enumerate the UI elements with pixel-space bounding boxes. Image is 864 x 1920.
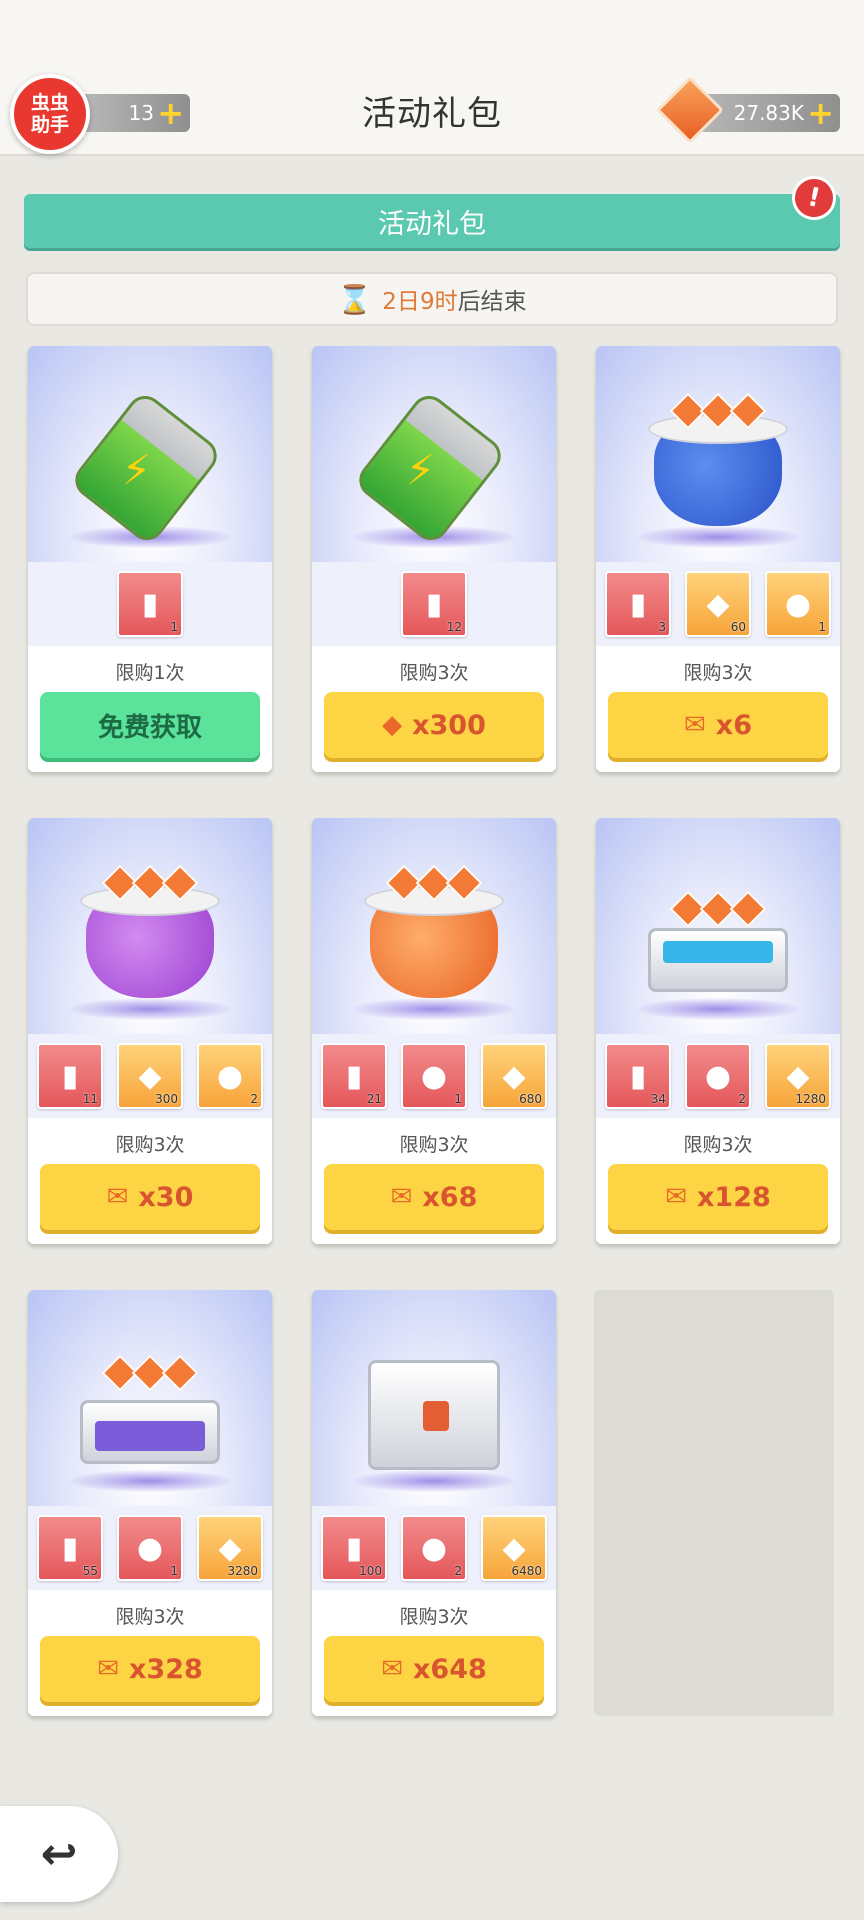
gem-icon: ◆ bbox=[382, 710, 403, 740]
item-count: 12 bbox=[446, 620, 462, 634]
chest-item-icon: ● 1 bbox=[117, 1515, 183, 1581]
battery-item-icon: ▮ 12 bbox=[401, 571, 467, 637]
purchase-limit: 限购3次 bbox=[399, 1606, 469, 1628]
pack-contents: ▮ 1 bbox=[28, 562, 272, 646]
chest-item-icon: ● 2 bbox=[401, 1515, 467, 1581]
bag-item-icon: ● 1 bbox=[401, 1043, 467, 1109]
ticket-icon: ✉ bbox=[665, 1182, 687, 1212]
ticket-icon: ✉ bbox=[106, 1182, 129, 1212]
buy-button[interactable]: ✉ x128 bbox=[608, 1164, 828, 1230]
buy-button[interactable]: ✉ x68 bbox=[324, 1164, 544, 1230]
empty-pack-slot bbox=[594, 1290, 834, 1716]
battery-item-icon: ▮ 21 bbox=[321, 1043, 387, 1109]
pack-card-2: ▮12 限购3次 ◆x300 bbox=[312, 346, 556, 772]
gem-item-icon: ◆ 6480 bbox=[481, 1515, 547, 1581]
gem-item-icon: ◆ 3280 bbox=[197, 1515, 263, 1581]
ticket-icon: ✉ bbox=[381, 1654, 403, 1684]
gem-item-icon: ◆ 1280 bbox=[765, 1043, 831, 1109]
chest-icon bbox=[648, 928, 788, 992]
purchase-limit: 限购3次 bbox=[683, 1134, 753, 1156]
pack-contents: ▮ 55 ● 1 ◆ 3280 bbox=[28, 1506, 272, 1590]
ticket-icon: ✉ bbox=[390, 1182, 413, 1212]
pack-contents: ▮ 21 ● 1 ◆ 680 bbox=[312, 1034, 556, 1118]
buy-button[interactable]: ✉ x328 bbox=[40, 1636, 260, 1702]
pack-card-4: ▮ 11 ◆ 300 ● 2 限购3次 ✉ x30 bbox=[28, 818, 272, 1244]
purchase-limit: 限购3次 bbox=[115, 1134, 185, 1156]
pack-art bbox=[596, 346, 840, 562]
app-logo[interactable]: 虫虫 助手 bbox=[10, 74, 90, 154]
pack-art bbox=[28, 346, 272, 562]
pack-contents: ▮ 100 ● 2 ◆ 6480 bbox=[312, 1506, 556, 1590]
pack-art bbox=[312, 346, 556, 562]
ticket-icon: ✉ bbox=[684, 710, 706, 740]
purchase-limit: 限购3次 bbox=[399, 1134, 469, 1156]
purchase-limit: 限购3次 bbox=[683, 662, 753, 684]
buy-button[interactable]: ✉ x30 bbox=[40, 1164, 260, 1230]
mystery-bag-item-icon: ● 2 bbox=[197, 1043, 263, 1109]
battery-item-icon: ▮ 100 bbox=[321, 1515, 387, 1581]
add-gems-icon[interactable]: + bbox=[807, 97, 834, 129]
battery-item-icon: ▮ 11 bbox=[37, 1043, 103, 1109]
chest-icon bbox=[80, 1400, 220, 1464]
gem-item-icon: ◆ 300 bbox=[117, 1043, 183, 1109]
buy-button[interactable]: ◆ x300 bbox=[324, 692, 544, 758]
treasure-chest-icon bbox=[368, 1360, 500, 1470]
hourglass-icon: ⌛ bbox=[337, 282, 373, 316]
buy-button[interactable]: ✉ x648 bbox=[324, 1636, 544, 1702]
item-count: 1 bbox=[170, 620, 178, 634]
buy-button[interactable]: ✉ x6 bbox=[608, 692, 828, 758]
bag-item-icon: ● 2 bbox=[685, 1043, 751, 1109]
pack-art bbox=[28, 1290, 272, 1506]
mystery-bag-item-icon: ● 1 bbox=[765, 571, 831, 637]
battery-icon bbox=[352, 388, 508, 548]
pack-card-1: ▮1 限购1次 免费获取 bbox=[28, 346, 272, 772]
battery-item-icon: ▮ 55 bbox=[37, 1515, 103, 1581]
gem-item-icon: ◆ 680 bbox=[481, 1043, 547, 1109]
pack-art bbox=[312, 1290, 556, 1506]
purchase-limit: 限购3次 bbox=[399, 662, 469, 684]
pack-card-5: ▮ 21 ● 1 ◆ 680 限购3次 ✉ x68 bbox=[312, 818, 556, 1244]
battery-item-icon: ▮ 3 bbox=[605, 571, 671, 637]
battery-icon bbox=[68, 388, 224, 548]
pack-card-8: ▮ 100 ● 2 ◆ 6480 限购3次 ✉ x648 bbox=[312, 1290, 556, 1716]
countdown-days: 2日 bbox=[382, 289, 420, 315]
pack-card-3: ▮ 3 ◆ 60 ● 1 限购3次 ✉ x6 bbox=[596, 346, 840, 772]
gem-count: 27.83K bbox=[733, 101, 804, 125]
battery-item-icon: ▮ 34 bbox=[605, 1043, 671, 1109]
purchase-limit: 限购1次 bbox=[115, 662, 185, 684]
back-arrow-icon: ↩ bbox=[40, 1828, 78, 1880]
gem-item-icon: ◆ 60 bbox=[685, 571, 751, 637]
pack-contents: ▮ 3 ◆ 60 ● 1 bbox=[596, 562, 840, 646]
pack-card-7: ▮ 55 ● 1 ◆ 3280 限购3次 ✉ x328 bbox=[28, 1290, 272, 1716]
back-button[interactable]: ↩ bbox=[0, 1806, 118, 1902]
pack-contents: ▮ 12 bbox=[312, 562, 556, 646]
pack-contents: ▮ 11 ◆ 300 ● 2 bbox=[28, 1034, 272, 1118]
pack-contents: ▮ 34 ● 2 ◆ 1280 bbox=[596, 1034, 840, 1118]
pack-art bbox=[312, 818, 556, 1034]
pack-art bbox=[28, 818, 272, 1034]
pack-card-6: ▮ 34 ● 2 ◆ 1280 限购3次 ✉ x128 bbox=[596, 818, 840, 1244]
countdown-hours: 9时 bbox=[419, 289, 458, 315]
top-bar: 虫虫 助手 13 + 活动礼包 27.83K + bbox=[0, 0, 864, 156]
countdown-suffix: 后结束 bbox=[457, 289, 527, 315]
tab-event-packs[interactable]: 活动礼包 bbox=[24, 194, 840, 248]
battery-item-icon: ▮ 1 bbox=[117, 571, 183, 637]
claim-free-button[interactable]: 免费获取 bbox=[40, 692, 260, 758]
purchase-limit: 限购3次 bbox=[115, 1606, 185, 1628]
countdown-bar: ⌛ 2日 9时 后结束 bbox=[26, 272, 838, 326]
ticket-icon: ✉ bbox=[97, 1654, 119, 1684]
pack-art bbox=[596, 818, 840, 1034]
